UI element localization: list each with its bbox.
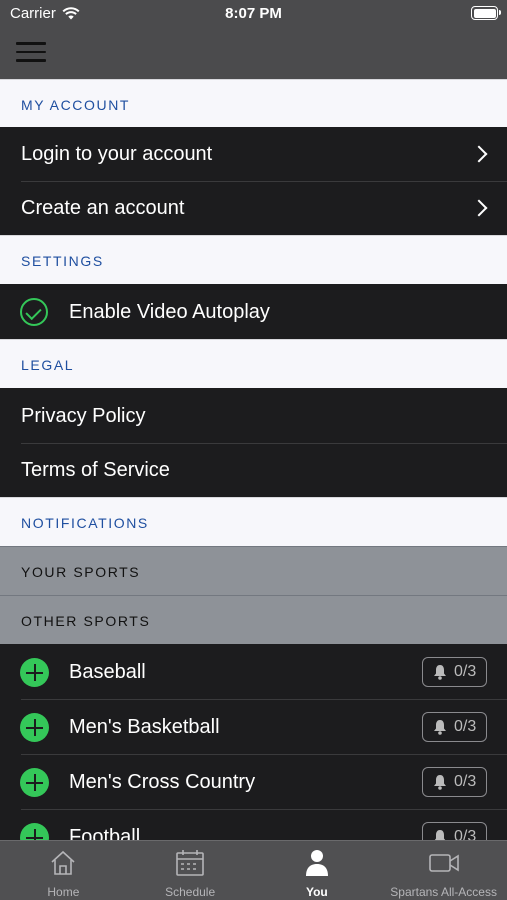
create-account-row[interactable]: Create an account (0, 182, 507, 235)
sport-name: Men's Basketball (69, 716, 220, 738)
section-title: LEGAL (21, 357, 75, 373)
chevron-right-icon (470, 145, 488, 163)
badge-count: 0/3 (454, 718, 477, 735)
notification-count-badge[interactable]: 0/3 (422, 822, 487, 840)
section-header-settings: SETTINGS (0, 235, 507, 284)
video-autoplay-row[interactable]: Enable Video Autoplay (0, 284, 507, 339)
menu-icon[interactable] (16, 42, 46, 62)
tab-bar: Home Schedule You Spartans All-Access (0, 840, 507, 900)
sport-name: Football (69, 826, 141, 840)
bell-icon (434, 775, 446, 790)
sport-row-football[interactable]: Football 0/3 (0, 810, 507, 840)
home-icon (51, 850, 75, 875)
sport-name: Men's Cross Country (69, 771, 256, 793)
section-title: OTHER SPORTS (21, 613, 151, 629)
sport-row-baseball[interactable]: Baseball 0/3 (0, 644, 507, 700)
tab-home[interactable]: Home (0, 841, 127, 900)
badge-count: 0/3 (454, 828, 477, 840)
person-icon (305, 850, 328, 876)
battery-icon (471, 6, 501, 20)
notification-count-badge[interactable]: 0/3 (422, 712, 487, 742)
login-label: Login to your account (21, 143, 213, 165)
add-circle-icon[interactable] (20, 768, 49, 797)
tab-label: You (305, 885, 328, 899)
bell-icon (434, 665, 446, 680)
your-sports-header: YOUR SPORTS (0, 546, 507, 595)
sport-row-mens-cross-country[interactable]: Men's Cross Country 0/3 (0, 755, 507, 810)
navigation-bar: Carrier 8:07 PM (0, 0, 507, 79)
status-bar: Carrier 8:07 PM (0, 0, 507, 30)
section-title: NOTIFICATIONS (21, 515, 149, 531)
status-time: 8:07 PM (225, 5, 282, 22)
other-sports-header: OTHER SPORTS (0, 595, 507, 644)
sport-name: Baseball (69, 661, 146, 683)
terms-of-service-row[interactable]: Terms of Service (0, 444, 507, 497)
calendar-icon (176, 850, 204, 876)
section-title: YOUR SPORTS (21, 564, 141, 580)
badge-count: 0/3 (454, 663, 477, 680)
privacy-policy-label: Privacy Policy (21, 405, 146, 427)
notification-count-badge[interactable]: 0/3 (422, 767, 487, 797)
tab-spartans-all-access[interactable]: Spartans All-Access (380, 841, 507, 900)
bell-icon (434, 830, 446, 840)
sport-row-mens-basketball[interactable]: Men's Basketball 0/3 (0, 700, 507, 755)
video-autoplay-label: Enable Video Autoplay (69, 301, 270, 323)
privacy-policy-row[interactable]: Privacy Policy (0, 388, 507, 443)
video-icon (428, 854, 459, 872)
create-account-label: Create an account (21, 197, 185, 219)
section-title: MY ACCOUNT (21, 97, 131, 113)
login-row[interactable]: Login to your account (0, 127, 507, 181)
notification-count-badge[interactable]: 0/3 (422, 657, 487, 687)
badge-count: 0/3 (454, 773, 477, 790)
tab-schedule[interactable]: Schedule (127, 841, 254, 900)
section-title: SETTINGS (21, 253, 104, 269)
bell-icon (434, 720, 446, 735)
add-circle-icon[interactable] (20, 658, 49, 687)
section-header-notifications: NOTIFICATIONS (0, 497, 507, 546)
section-header-legal: LEGAL (0, 339, 507, 388)
add-circle-icon[interactable] (20, 823, 49, 840)
section-header-my-account: MY ACCOUNT (0, 79, 507, 127)
add-circle-icon[interactable] (20, 713, 49, 742)
tab-label: Home (47, 885, 80, 899)
tab-label: Schedule (165, 885, 216, 899)
chevron-right-icon (470, 199, 488, 217)
checkmark-circle-icon[interactable] (20, 298, 48, 326)
terms-of-service-label: Terms of Service (21, 459, 170, 481)
tab-you[interactable]: You (254, 841, 381, 900)
tab-label: Spartans All-Access (390, 885, 497, 899)
